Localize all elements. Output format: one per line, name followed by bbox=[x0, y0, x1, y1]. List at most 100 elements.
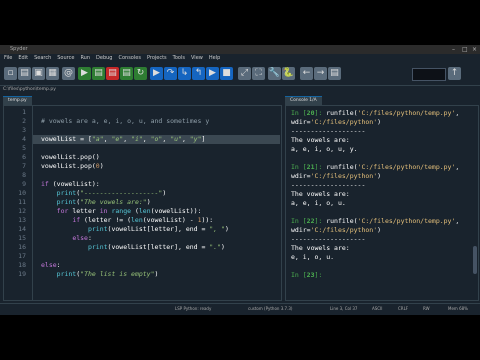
menu-source[interactable]: Source bbox=[57, 55, 74, 61]
editor-tabs: temp.py bbox=[3, 96, 280, 105]
stop-debug-icon[interactable]: ■ bbox=[220, 67, 233, 80]
title-bar: Spyder – □ × bbox=[0, 45, 480, 54]
window-title: Spyder bbox=[10, 46, 28, 52]
step-return-icon[interactable]: ↰ bbox=[192, 67, 205, 80]
debug-icon[interactable]: ▶ bbox=[150, 67, 163, 80]
file-path: C:\files\python\temp.py bbox=[0, 86, 480, 94]
save-icon[interactable]: ▣ bbox=[32, 67, 45, 80]
code-line[interactable]: vowelList.pop() bbox=[41, 153, 100, 161]
run-icon[interactable]: ▶ bbox=[78, 67, 91, 80]
console-line: ------------------- bbox=[291, 181, 366, 189]
run-cell-icon[interactable]: ▤ bbox=[92, 67, 105, 80]
line-number: 6 bbox=[22, 153, 26, 161]
step-into-icon[interactable]: ↳ bbox=[178, 67, 191, 80]
minimize-icon[interactable]: – bbox=[452, 45, 455, 54]
back-icon[interactable]: ← bbox=[300, 67, 313, 80]
status-lsp: LSP Python: ready bbox=[175, 306, 212, 311]
code-line[interactable]: else: bbox=[41, 261, 61, 269]
console-line: In [22]: runfile('C:/files/python/temp.p… bbox=[291, 217, 460, 225]
status-rw: RW bbox=[423, 306, 430, 311]
line-number: 14 bbox=[18, 225, 26, 233]
line-number: 17 bbox=[18, 252, 26, 260]
line-number: 2 bbox=[22, 117, 26, 125]
console-tabs: Console 1/A bbox=[285, 96, 477, 105]
menu-debug[interactable]: Debug bbox=[96, 55, 112, 61]
line-number: 12 bbox=[18, 207, 26, 215]
code-line[interactable]: print(vowelList[letter], end = ", ") bbox=[41, 225, 229, 233]
preferences-icon[interactable]: 🔧 bbox=[268, 67, 281, 80]
code-line[interactable]: print("-------------------") bbox=[41, 189, 167, 197]
maximize-icon[interactable]: ⤢ bbox=[238, 67, 251, 80]
menu-consoles[interactable]: Consoles bbox=[118, 55, 140, 61]
line-number: 15 bbox=[18, 234, 26, 242]
menu-search[interactable]: Search bbox=[34, 55, 51, 61]
fullscreen-icon[interactable]: ⛶ bbox=[252, 67, 265, 80]
email-icon[interactable]: @ bbox=[62, 67, 75, 80]
code-line[interactable]: if (vowelList): bbox=[41, 180, 100, 188]
tab-temp-py[interactable]: temp.py bbox=[3, 96, 32, 105]
toolbar: ▫ ▤ ▣ ▦ @ ▶ ▤ ▤ ▤ ↻ ▶ ↷ ↳ ↰ ▶ ■ ⤢ ⛶ 🔧 🐍 ← → ▤ ↑ bbox=[0, 63, 480, 86]
console-line: e, i, o, u. bbox=[291, 253, 335, 261]
menu-file[interactable]: File bbox=[4, 55, 12, 61]
status-encoding: ASCII bbox=[372, 306, 383, 311]
status-mem: Mem 68% bbox=[448, 306, 468, 311]
console-line: wdir='C:/files/python') bbox=[291, 118, 382, 126]
code-line[interactable]: else: bbox=[41, 234, 92, 242]
console-line: In [23]: bbox=[291, 271, 323, 279]
line-number: 18 bbox=[18, 261, 26, 269]
console-scrollbar[interactable] bbox=[473, 246, 477, 274]
code-line[interactable]: print("The vowels are:") bbox=[41, 198, 151, 206]
code-line[interactable]: print("The list is empty") bbox=[41, 270, 159, 278]
spyder-window: Spyder – □ × File Edit Search Source Run Debu… bbox=[0, 45, 480, 315]
ipython-console[interactable]: In [20]: runfile('C:/files/python/temp.p… bbox=[285, 105, 479, 301]
console-line: a, e, i, o, u. bbox=[291, 199, 346, 207]
menu-help[interactable]: Help bbox=[209, 55, 220, 61]
console-line: wdir='C:/files/python') bbox=[291, 172, 382, 180]
line-number: 16 bbox=[18, 243, 26, 251]
console-line: The vowels are: bbox=[291, 190, 350, 198]
working-directory-input[interactable] bbox=[412, 68, 446, 81]
line-number: 10 bbox=[18, 189, 26, 197]
forward-icon[interactable]: → bbox=[314, 67, 327, 80]
console-line: ------------------- bbox=[291, 235, 366, 243]
menu-view[interactable]: View bbox=[191, 55, 203, 61]
rerun-icon[interactable]: ↻ bbox=[134, 67, 147, 80]
line-number: 5 bbox=[22, 144, 26, 152]
status-bar: LSP Python: ready custom (Python 3.7.3) … bbox=[0, 303, 480, 314]
code-line[interactable]: # vowels are a, e, i, o, u, and sometime… bbox=[41, 117, 209, 125]
step-icon[interactable]: ↷ bbox=[164, 67, 177, 80]
console-line: ------------------- bbox=[291, 127, 366, 135]
tab-console[interactable]: Console 1/A bbox=[285, 96, 322, 105]
console-line: The vowels are: bbox=[291, 136, 350, 144]
line-number: 7 bbox=[22, 162, 26, 170]
code-line[interactable]: if (letter != (len(vowelList) - 1)): bbox=[41, 216, 213, 224]
menu-projects[interactable]: Projects bbox=[147, 55, 167, 61]
console-line: The vowels are: bbox=[291, 244, 350, 252]
close-icon[interactable]: × bbox=[472, 45, 477, 54]
run-cell-advance-icon[interactable]: ▤ bbox=[106, 67, 119, 80]
browse-folder-icon[interactable]: ▤ bbox=[328, 67, 341, 80]
menu-edit[interactable]: Edit bbox=[18, 55, 28, 61]
code-line[interactable]: print(vowelList[letter], end = ".") bbox=[41, 243, 225, 251]
line-number: 19 bbox=[18, 270, 26, 278]
python-path-icon[interactable]: 🐍 bbox=[282, 67, 295, 80]
console-line: In [21]: runfile('C:/files/python/temp.p… bbox=[291, 163, 460, 171]
open-file-icon[interactable]: ▤ bbox=[18, 67, 31, 80]
menu-tools[interactable]: Tools bbox=[173, 55, 185, 61]
status-interpreter: custom (Python 3.7.3) bbox=[248, 306, 293, 311]
parent-dir-icon[interactable]: ↑ bbox=[448, 67, 461, 80]
continue-icon[interactable]: ▶ bbox=[206, 67, 219, 80]
menu-run[interactable]: Run bbox=[80, 55, 90, 61]
maximize-window-icon[interactable]: □ bbox=[462, 45, 468, 54]
console-line: a, e, i, o, u, y. bbox=[291, 145, 358, 153]
line-number: 1 bbox=[22, 108, 26, 116]
console-line: In [20]: runfile('C:/files/python/temp.p… bbox=[291, 109, 460, 117]
new-file-icon[interactable]: ▫ bbox=[4, 67, 17, 80]
code-line[interactable]: vowelList.pop(0) bbox=[41, 162, 104, 170]
run-selection-icon[interactable]: ▤ bbox=[120, 67, 133, 80]
code-line[interactable]: vowelList = ["a", "e", "i", "o", "u", "y… bbox=[41, 135, 205, 143]
status-cursor: Line 3, Col 37 bbox=[330, 306, 358, 311]
code-line[interactable]: for letter in range (len(vowelList)): bbox=[41, 207, 202, 215]
code-editor[interactable]: 1 2 # vowels are a, e, i, o, u, and someti… bbox=[3, 105, 282, 301]
save-all-icon[interactable]: ▦ bbox=[46, 67, 59, 80]
